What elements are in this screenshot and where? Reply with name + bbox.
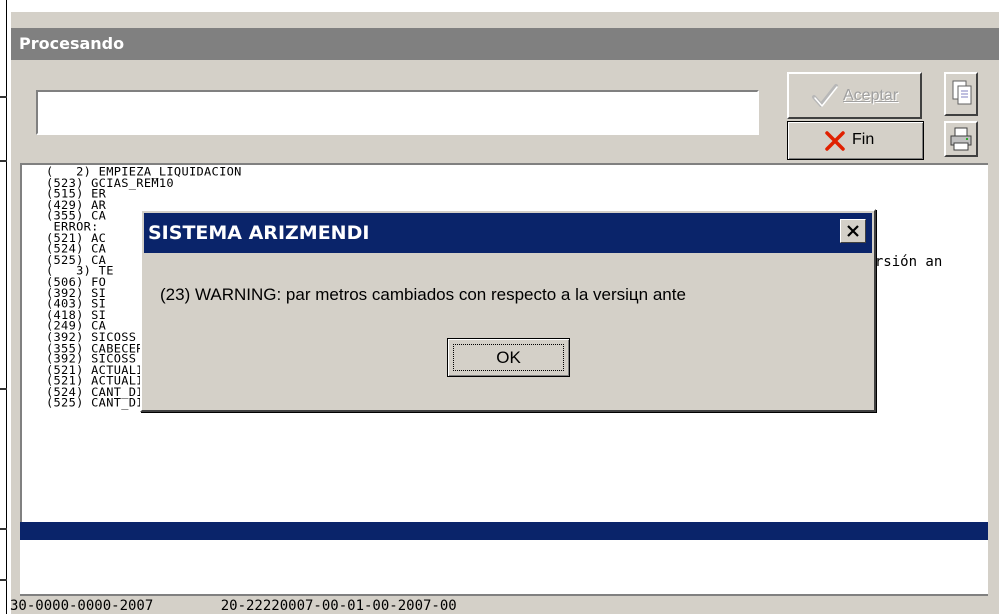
dialog-close-button[interactable] [840, 219, 866, 243]
copy-icon [952, 80, 972, 105]
print-button[interactable] [944, 121, 978, 157]
red-x-icon [825, 131, 845, 151]
left-frame-edge [0, 0, 8, 614]
checkmark-icon [812, 84, 838, 107]
printer-icon [950, 127, 972, 151]
window-title: Procesando [11, 28, 999, 60]
log-bottom-area [20, 540, 988, 596]
dialog-title: SISTEMA ARIZMENDI [144, 213, 872, 253]
warning-dialog: SISTEMA ARIZMENDI (23) WARNING: par metr… [140, 209, 876, 412]
accept-label: Aceptar [843, 87, 899, 104]
ok-label: OK [496, 348, 521, 367]
selected-log-row[interactable] [20, 522, 988, 540]
process-input[interactable] [36, 90, 759, 135]
dialog-message: (23) WARNING: par metros cambiados con r… [160, 285, 686, 304]
ok-button[interactable]: OK [447, 338, 570, 377]
close-icon [847, 225, 859, 237]
bottom-status-text: 30-0000-0000-2007 20-22220007-00-01-00-2… [10, 598, 457, 614]
copy-button[interactable] [944, 72, 978, 116]
fin-label: Fin [852, 131, 875, 148]
accept-button[interactable]: Aceptar [787, 72, 922, 119]
fin-button[interactable]: Fin [787, 121, 924, 160]
